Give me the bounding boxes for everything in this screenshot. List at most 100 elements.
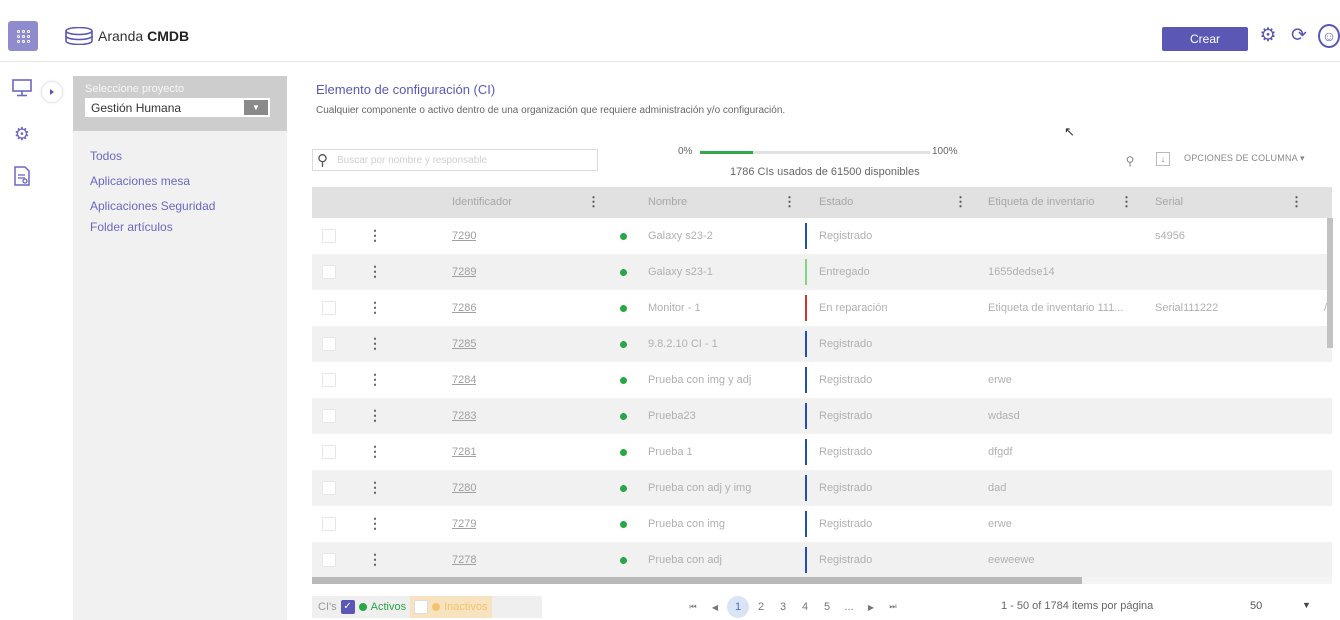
search-input[interactable] — [337, 154, 587, 166]
active-checkbox[interactable]: ✓ — [340, 600, 355, 614]
page-button-1[interactable]: 1 — [727, 596, 749, 618]
row-identificador[interactable]: 7283 — [452, 398, 476, 434]
column-menu-icon[interactable]: ⋮ — [783, 187, 796, 218]
search-icon: ⚲ — [317, 152, 328, 169]
page-button-3[interactable]: 3 — [773, 601, 793, 613]
column-menu-icon[interactable]: ⋮ — [1120, 187, 1133, 218]
row-menu-icon[interactable]: ⋮ — [368, 290, 382, 326]
status-color-bar — [805, 511, 807, 537]
row-identificador[interactable]: 7285 — [452, 326, 476, 362]
project-dropdown[interactable]: Gestión Humana ▼ — [85, 98, 270, 117]
column-header-identificador[interactable]: Identificador — [452, 187, 512, 218]
row-identificador[interactable]: 7290 — [452, 218, 476, 254]
first-page-icon[interactable]: ⏮ — [683, 602, 703, 612]
row-identificador[interactable]: 7284 — [452, 362, 476, 398]
row-menu-icon[interactable]: ⋮ — [368, 254, 382, 290]
per-page-value[interactable]: 50 — [1250, 600, 1262, 612]
row-nombre: Prueba23 — [648, 410, 696, 422]
folder-item-folder-articulos[interactable]: Folder artículos — [73, 219, 287, 236]
row-menu-icon[interactable]: ⋮ — [368, 326, 382, 362]
page-button-4[interactable]: 4 — [795, 601, 815, 613]
row-checkbox[interactable] — [322, 301, 336, 315]
filter-icon[interactable]: ⚲ — [1121, 152, 1139, 170]
row-checkbox[interactable] — [322, 409, 336, 423]
vertical-scrollbar[interactable] — [1327, 218, 1333, 348]
column-header-serial[interactable]: Serial — [1155, 187, 1183, 218]
column-options-button[interactable]: OPCIONES DE COLUMNA ▾ — [1184, 153, 1305, 164]
scrollbar-thumb[interactable] — [312, 577, 1082, 584]
row-checkbox[interactable] — [322, 517, 336, 531]
active-status-dot-icon — [620, 269, 627, 276]
table-row[interactable]: ⋮ 7279 Prueba con img Registrado erwe — [312, 506, 1332, 542]
table-row[interactable]: ⋮ 7278 Prueba con adj Registrado eeweewe — [312, 542, 1332, 577]
brand[interactable]: Aranda CMDB — [64, 27, 189, 45]
row-menu-icon[interactable]: ⋮ — [368, 218, 382, 254]
table-row[interactable]: ⋮ 7286 Monitor - 1 En reparación Etiqueta de… — [312, 290, 1332, 326]
table-row[interactable]: ⋮ 7283 Prueba23 Registrado wdasd — [312, 398, 1332, 434]
row-checkbox[interactable] — [322, 553, 336, 567]
column-menu-icon[interactable]: ⋮ — [587, 187, 600, 218]
monitor-icon[interactable] — [10, 79, 34, 103]
row-checkbox[interactable] — [322, 337, 336, 351]
column-menu-icon[interactable]: ⋮ — [1290, 187, 1303, 218]
row-identificador[interactable]: 7286 — [452, 290, 476, 326]
user-icon[interactable]: ☺ — [1318, 24, 1340, 48]
row-menu-icon[interactable]: ⋮ — [368, 434, 382, 470]
row-menu-icon[interactable]: ⋮ — [368, 398, 382, 434]
table-row[interactable]: ⋮ 7281 Prueba 1 Registrado dfgdf — [312, 434, 1332, 470]
next-page-icon[interactable]: ▶ — [861, 603, 881, 612]
column-header-etiqueta[interactable]: Etiqueta de inventario — [988, 187, 1094, 218]
refresh-icon[interactable]: ⟳ — [1287, 24, 1311, 48]
column-header-nombre[interactable]: Nombre — [648, 187, 687, 218]
usage-min-label: 0% — [678, 146, 693, 157]
table-row[interactable]: ⋮ 7285 9.8.2.10 CI - 1 Registrado — [312, 326, 1332, 362]
table-row[interactable]: ⋮ 7284 Prueba con img y adj Registrado erwe — [312, 362, 1332, 398]
project-selector: Seleccione proyecto Gestión Humana ▼ — [73, 76, 287, 131]
row-menu-icon[interactable]: ⋮ — [368, 362, 382, 398]
row-nombre: Prueba con img — [648, 518, 726, 530]
row-checkbox[interactable] — [322, 265, 336, 279]
column-menu-icon[interactable]: ⋮ — [954, 187, 967, 218]
row-checkbox[interactable] — [322, 373, 336, 387]
status-color-bar — [805, 367, 807, 393]
row-identificador[interactable]: 7281 — [452, 434, 476, 470]
page-button-5[interactable]: 5 — [817, 601, 837, 613]
table-row[interactable]: ⋮ 7280 Prueba con adj y img Registrado dad — [312, 470, 1332, 506]
inactive-filter[interactable]: Inactivos — [410, 596, 492, 618]
left-rail: ⚙ — [0, 62, 50, 620]
row-menu-icon[interactable]: ⋮ — [368, 542, 382, 577]
folder-item-aplicaciones-mesa[interactable]: Aplicaciones mesa — [73, 173, 287, 190]
row-checkbox[interactable] — [322, 229, 336, 243]
folder-item-todos[interactable]: Todos — [73, 148, 287, 165]
row-etiqueta: eeweewe — [988, 554, 1035, 566]
row-checkbox[interactable] — [322, 445, 336, 459]
row-menu-icon[interactable]: ⋮ — [368, 470, 382, 506]
search-box: ⚲ — [312, 149, 598, 171]
row-menu-icon[interactable]: ⋮ — [368, 506, 382, 542]
last-page-icon[interactable]: ⏭ — [883, 602, 903, 612]
gears-icon[interactable]: ⚙ — [10, 122, 34, 146]
horizontal-scrollbar[interactable] — [312, 577, 1332, 584]
row-identificador[interactable]: 7279 — [452, 506, 476, 542]
app-grid-icon[interactable] — [8, 21, 38, 51]
row-estado: Registrado — [819, 230, 873, 242]
page-ellipsis[interactable]: ... — [839, 601, 859, 613]
create-button[interactable]: Crear — [1162, 27, 1248, 51]
table-row[interactable]: ⋮ 7290 Galaxy s23-2 Registrado s4956 — [312, 218, 1332, 254]
settings-icon[interactable]: ⚙ — [1256, 24, 1280, 48]
column-header-estado[interactable]: Estado — [819, 187, 853, 218]
table-row[interactable]: ⋮ 7289 Galaxy s23-1 Entregado 1655dedse14 — [312, 254, 1332, 290]
row-checkbox[interactable] — [322, 481, 336, 495]
row-identificador[interactable]: 7289 — [452, 254, 476, 290]
report-icon[interactable] — [10, 166, 34, 190]
row-estado: Registrado — [819, 518, 873, 530]
row-serial: s4956 — [1155, 230, 1185, 242]
row-identificador[interactable]: 7278 — [452, 542, 476, 577]
inactive-checkbox[interactable] — [414, 600, 429, 614]
row-identificador[interactable]: 7280 — [452, 470, 476, 506]
prev-page-icon[interactable]: ◀ — [705, 603, 725, 612]
folder-item-aplicaciones-seguridad[interactable]: Aplicaciones Seguridad — [73, 198, 287, 215]
chevron-down-icon[interactable]: ▼ — [1302, 600, 1311, 610]
export-icon[interactable]: ↓ — [1156, 152, 1170, 166]
page-button-2[interactable]: 2 — [751, 601, 771, 613]
